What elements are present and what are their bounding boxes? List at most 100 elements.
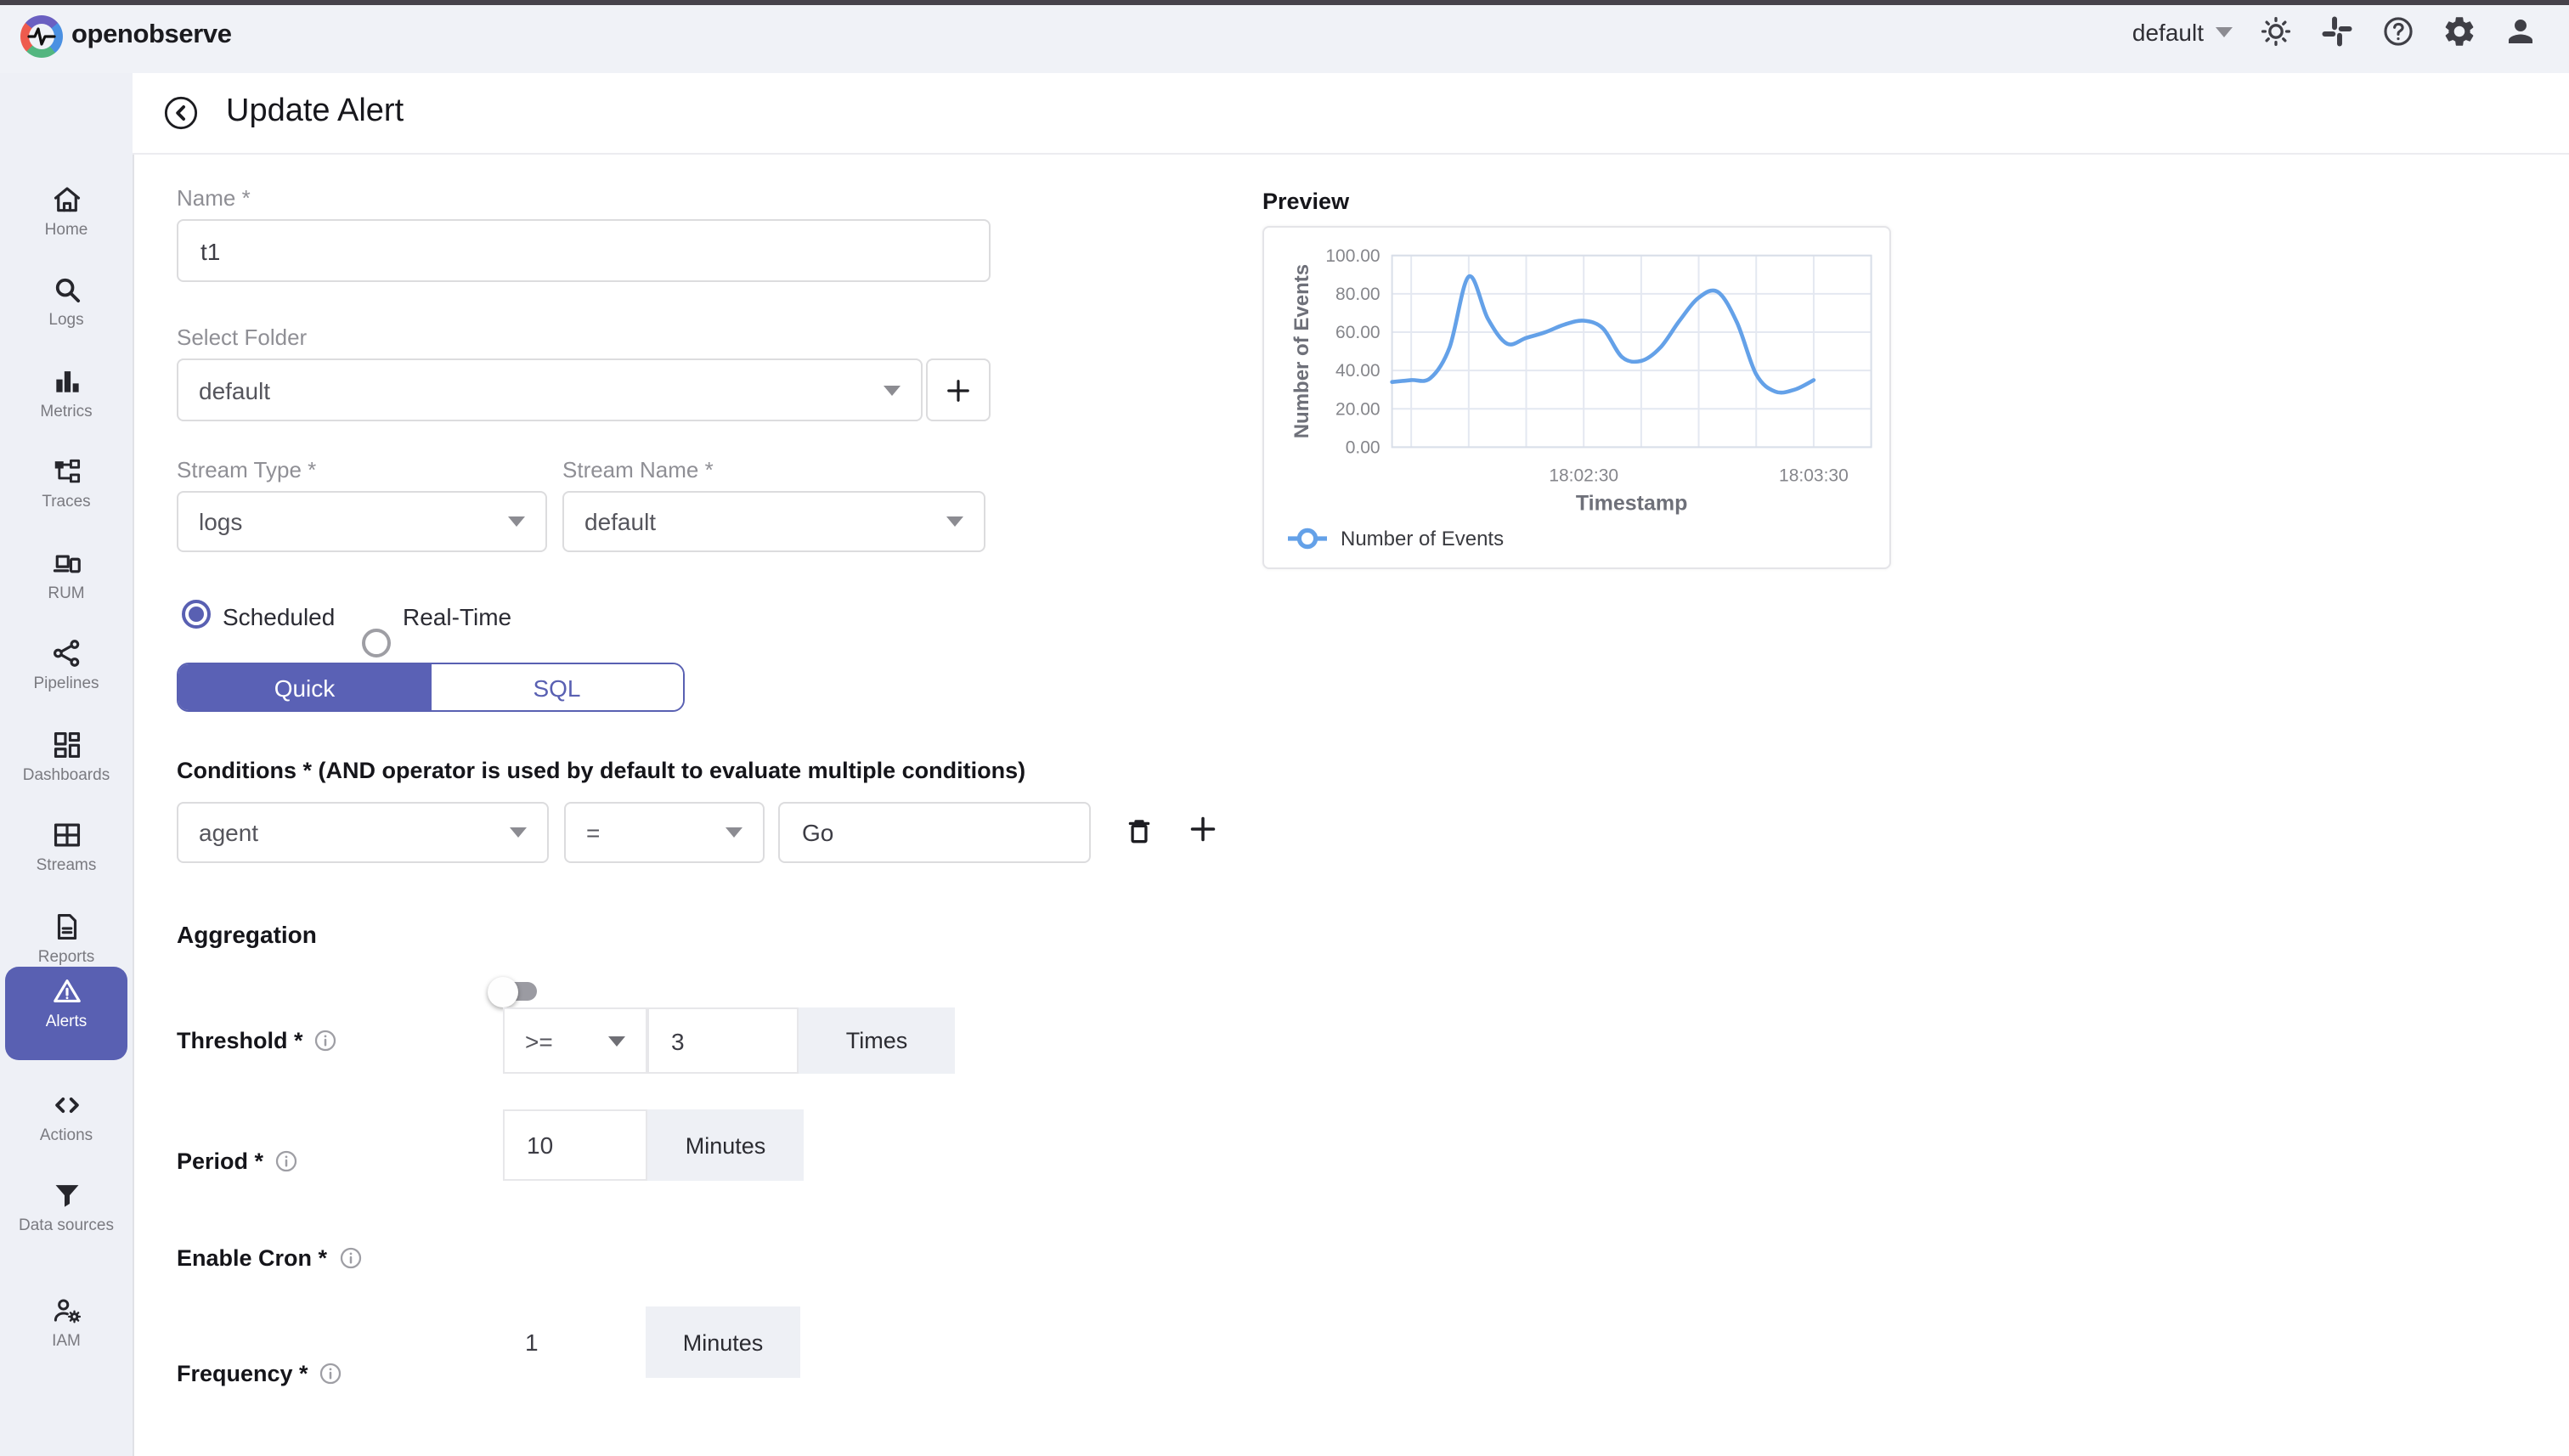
logo-wordmark: openobserve [71, 20, 232, 51]
info-icon[interactable] [313, 1028, 339, 1053]
period-label-text: Period * [177, 1148, 263, 1174]
events-line-chart: 0.0020.0040.0060.0080.00100.0018:0218:02… [1264, 228, 1889, 567]
sidebar-item-alerts[interactable]: Alerts [5, 967, 127, 1060]
sidebar-item-traces[interactable]: Traces [5, 447, 127, 533]
sidebar-item-label: Data sources [19, 1216, 114, 1238]
threshold-operator-select[interactable]: >= [503, 1007, 647, 1074]
name-input-box [177, 219, 991, 282]
slack-icon[interactable] [2319, 14, 2355, 49]
org-selector-value: default [2132, 19, 2204, 46]
condition-operator-select[interactable]: = [564, 802, 765, 863]
sidebar-item-actions[interactable]: Actions [5, 1081, 127, 1167]
svg-text:Number of Events: Number of Events [1290, 264, 1313, 438]
sidebar-item-reports[interactable]: Reports [5, 902, 127, 975]
add-folder-button[interactable] [926, 358, 991, 421]
chevron-down-icon [508, 516, 525, 527]
threshold-value-box [647, 1007, 799, 1074]
period-value-input[interactable] [505, 1111, 646, 1179]
sidebar-item-label: Pipelines [33, 674, 99, 696]
theme-light-icon[interactable] [2258, 14, 2294, 49]
topbar-icon-group [2258, 14, 2538, 49]
conditions-label: Conditions * (AND operator is used by de… [177, 758, 1025, 783]
tab-sql[interactable]: SQL [431, 664, 683, 710]
sidebar-item-label: Alerts [46, 1013, 88, 1034]
sidebar-item-label: Logs [48, 311, 83, 332]
legend-label[interactable]: Number of Events [1341, 528, 1504, 550]
sidebar-item-label: Reports [38, 948, 95, 969]
folder-label: Select Folder [177, 324, 307, 350]
sidebar-item-label: Actions [40, 1126, 93, 1148]
sidebar-item-dashboards[interactable]: Dashboards [5, 720, 127, 807]
help-icon[interactable] [2380, 14, 2416, 49]
chevron-down-icon [510, 827, 527, 838]
reports-icon [50, 911, 82, 943]
metrics-icon [50, 365, 82, 398]
threshold-value-input[interactable] [649, 1009, 797, 1072]
back-button[interactable] [161, 93, 200, 133]
openobserve-logo-icon [20, 15, 63, 58]
svg-text:20.00: 20.00 [1335, 399, 1380, 419]
chevron-down-icon [884, 385, 901, 395]
info-icon[interactable] [319, 1361, 344, 1386]
svg-text:80.00: 80.00 [1335, 285, 1380, 304]
frequency-value-box [503, 1306, 646, 1378]
condition-field-select[interactable]: agent [177, 802, 549, 863]
streams-icon [50, 819, 82, 851]
sidebar-item-rum[interactable]: RUM [5, 539, 127, 625]
realtime-radio[interactable] [362, 629, 391, 657]
svg-text:Timestamp: Timestamp [1576, 491, 1688, 515]
info-icon[interactable] [337, 1245, 363, 1271]
add-condition-button[interactable] [1186, 812, 1220, 846]
condition-field-value: agent [199, 819, 258, 846]
account-icon[interactable] [2503, 14, 2538, 49]
sidebar-item-pipelines[interactable]: Pipelines [5, 629, 127, 715]
sidebar-nav: Home Logs Metrics Traces RUM Pipelines Dashboa… [0, 73, 134, 1456]
stream-name-label: Stream Name * [562, 457, 714, 483]
org-selector[interactable]: default [2132, 19, 2233, 46]
frequency-unit: Minutes [646, 1306, 800, 1378]
sidebar-item-label: Streams [37, 856, 97, 878]
condition-value-input[interactable] [780, 804, 1089, 861]
alerts-icon [50, 975, 82, 1007]
frequency-value-input[interactable] [503, 1306, 646, 1378]
sidebar-item-label: Traces [42, 493, 90, 514]
chevron-down-icon [726, 827, 742, 838]
settings-icon[interactable] [2442, 14, 2477, 49]
traces-icon [50, 455, 82, 488]
enable-cron-label-text: Enable Cron * [177, 1245, 327, 1271]
sidebar-item-streams[interactable]: Streams [5, 810, 127, 897]
stream-name-select[interactable]: default [562, 491, 985, 552]
sidebar-item-data-sources[interactable]: Data sources [5, 1171, 127, 1288]
plus-icon [943, 375, 974, 405]
sidebar-item-home[interactable]: Home [5, 175, 127, 262]
condition-operator-value: = [586, 819, 600, 846]
iam-icon [50, 1295, 82, 1327]
frequency-label: Frequency * [177, 1361, 344, 1386]
scheduled-radio[interactable] [182, 600, 211, 629]
stream-type-select[interactable]: logs [177, 491, 547, 552]
sidebar-item-iam[interactable]: IAM [5, 1286, 127, 1363]
folder-select[interactable]: default [177, 358, 923, 421]
folder-select-value: default [199, 376, 270, 404]
info-icon[interactable] [274, 1148, 299, 1174]
period-value-box [503, 1109, 647, 1181]
name-label: Name * [177, 185, 251, 211]
sidebar-item-label: Home [45, 221, 88, 242]
chevron-down-icon [608, 1036, 625, 1046]
threshold-label: Threshold * [177, 1028, 339, 1053]
period-unit: Minutes [647, 1109, 804, 1181]
svg-text:0.00: 0.00 [1346, 437, 1380, 457]
aggregation-toggle[interactable] [494, 982, 537, 1001]
page-title: Update Alert [226, 93, 404, 131]
trash-icon [1123, 814, 1155, 848]
stream-type-value: logs [199, 508, 242, 535]
page-header [133, 73, 2569, 155]
name-input[interactable] [178, 221, 989, 280]
tab-quick[interactable]: Quick [178, 664, 431, 710]
delete-condition-button[interactable] [1123, 814, 1155, 848]
sidebar-item-label: Dashboards [23, 766, 110, 787]
sidebar-item-logs[interactable]: Logs [5, 265, 127, 352]
sidebar-item-metrics[interactable]: Metrics [5, 357, 127, 443]
period-label: Period * [177, 1148, 299, 1174]
sidebar-item-label: RUM [48, 584, 84, 606]
